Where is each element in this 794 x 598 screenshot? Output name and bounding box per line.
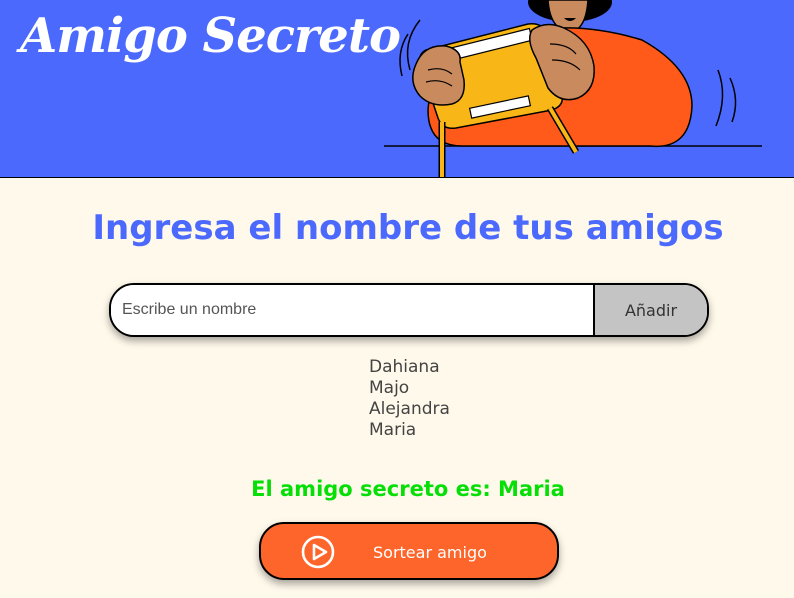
list-item: Maria [369, 420, 417, 440]
friends-list: Dahiana Majo Alejandra Maria [369, 357, 450, 441]
play-circle-icon [301, 535, 335, 569]
result-text: El amigo secreto es: Maria [251, 477, 565, 501]
header-illustration [384, 0, 762, 177]
app-title: Amigo Secreto [20, 8, 401, 64]
list-item: Dahiana [369, 357, 440, 377]
draw-button-label: Sortear amigo [373, 543, 487, 562]
add-friend-form: Añadir [109, 283, 709, 337]
section-title: Ingresa el nombre de tus amigos [92, 208, 724, 248]
header-banner: Amigo Secreto [0, 0, 794, 178]
add-button[interactable]: Añadir [593, 285, 707, 335]
list-item: Majo [369, 378, 410, 398]
name-input[interactable] [111, 285, 593, 335]
list-item: Alejandra [369, 399, 450, 419]
draw-friend-button[interactable]: Sortear amigo [259, 522, 559, 580]
